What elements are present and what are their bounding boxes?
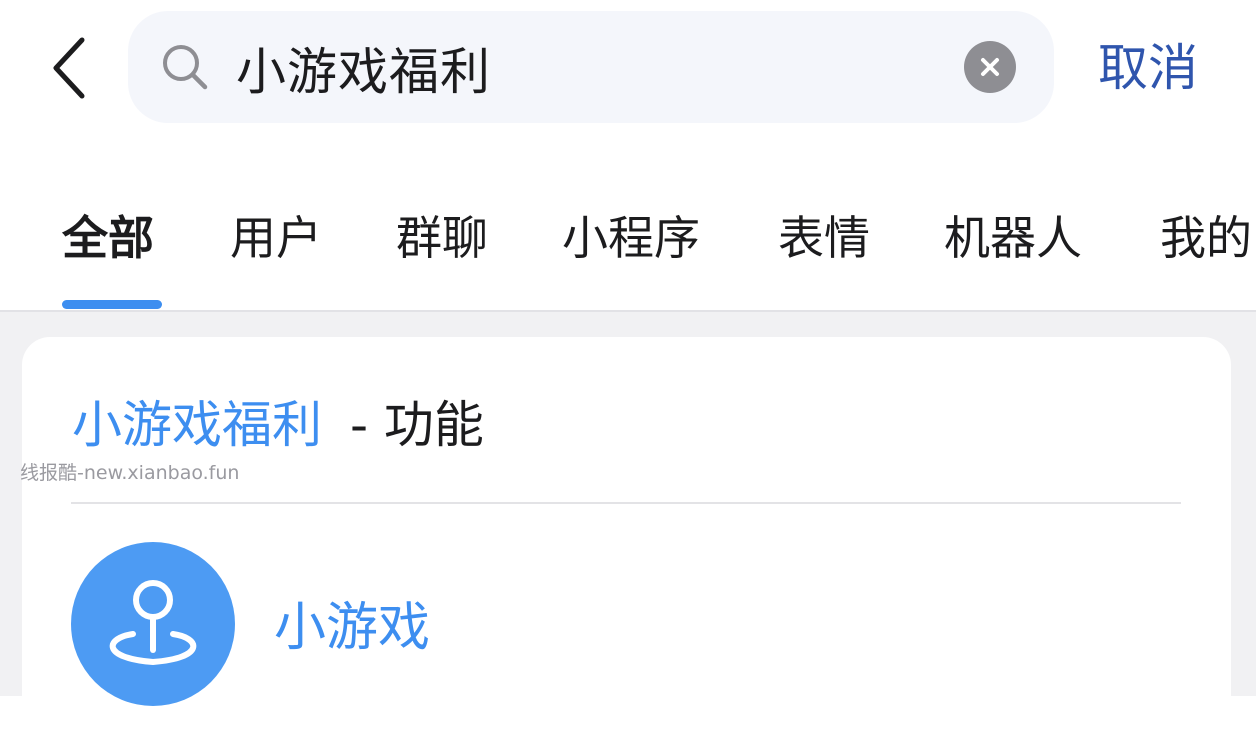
tab-all[interactable]: 全部: [62, 206, 154, 270]
search-input[interactable]: [236, 32, 936, 104]
tab-bots[interactable]: 机器人: [944, 206, 1082, 270]
close-icon: [981, 58, 999, 76]
tab-group-chats[interactable]: 群聊: [396, 206, 488, 270]
watermark: 线报酷-new.xianbao.fun: [20, 462, 240, 484]
tab-users[interactable]: 用户: [230, 206, 322, 270]
tab-mine[interactable]: 我的: [1160, 206, 1252, 270]
cancel-button[interactable]: 取消: [1098, 36, 1198, 100]
keyword-highlight: 小游戏福利: [72, 396, 322, 454]
result-card-header: 小游戏福利 - 功能: [72, 390, 484, 460]
result-title: 小游戏: [274, 598, 431, 658]
tab-mini-programs[interactable]: 小程序: [562, 206, 700, 270]
search-category-tabs: 全部 用户 群聊 小程序 表情 机器人 我的: [0, 150, 1256, 310]
search-header: 取消: [0, 0, 1256, 150]
clear-search-button[interactable]: [964, 41, 1016, 93]
search-icon: [163, 45, 208, 90]
result-type-label: - 功能: [350, 396, 484, 454]
chevron-left-icon: [53, 37, 85, 99]
active-tab-indicator: [62, 300, 162, 309]
joystick-icon: [71, 542, 235, 706]
tab-stickers[interactable]: 表情: [778, 206, 870, 270]
back-button[interactable]: [40, 30, 100, 106]
